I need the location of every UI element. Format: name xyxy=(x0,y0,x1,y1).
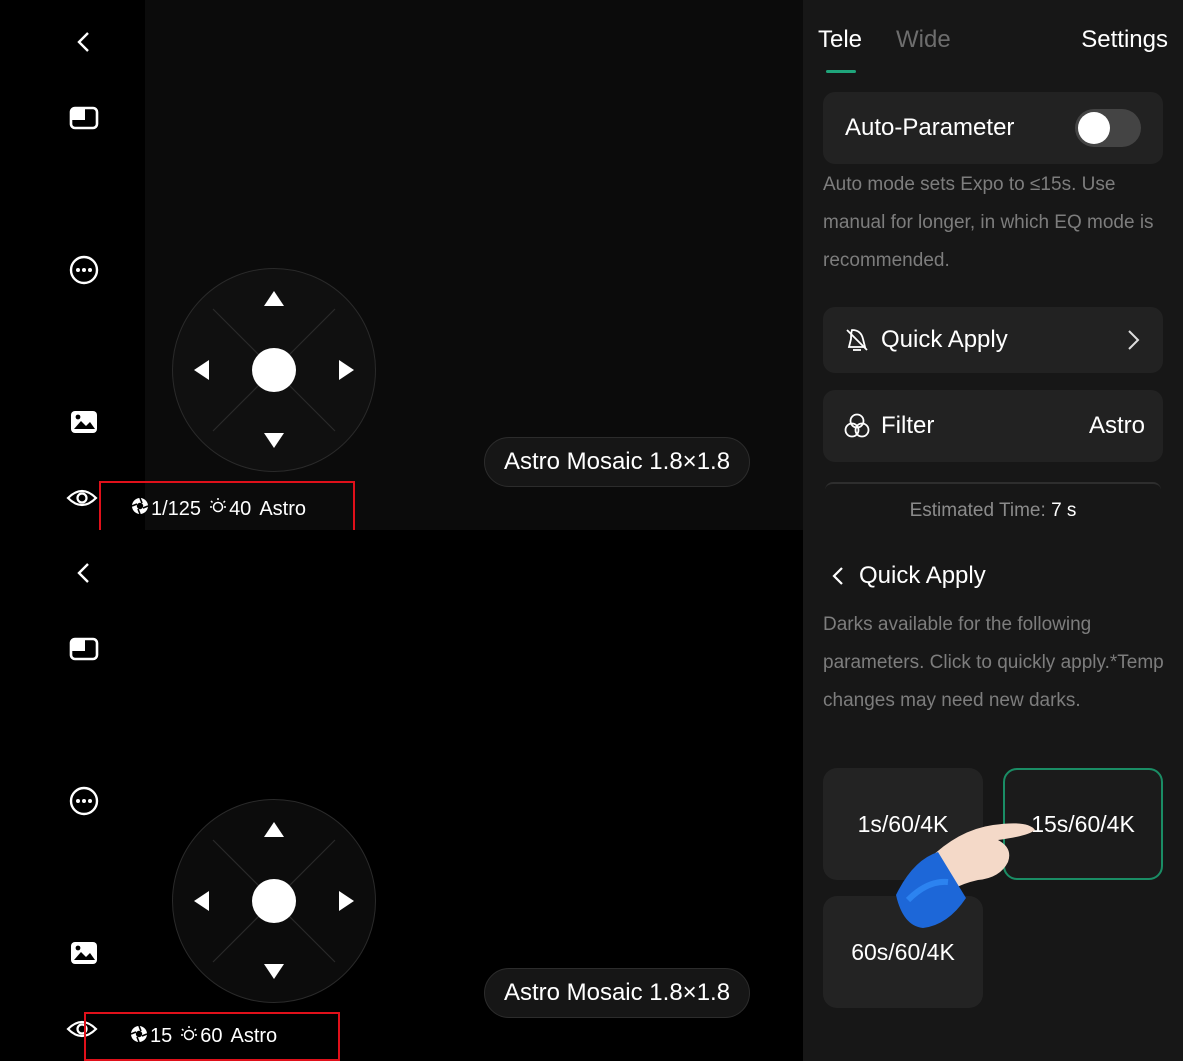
gain-icon xyxy=(209,497,227,521)
shutter-value: 15 xyxy=(150,1025,173,1047)
back-icon[interactable] xyxy=(66,24,102,60)
panel-icon[interactable] xyxy=(66,631,102,667)
panel-icon[interactable] xyxy=(66,100,102,136)
joystick-right-arrow[interactable] xyxy=(339,891,354,911)
more-icon[interactable] xyxy=(66,252,102,288)
quick-apply-label: Quick Apply xyxy=(881,326,1008,353)
gain-value: 60 xyxy=(200,1025,223,1047)
joystick-down-arrow[interactable] xyxy=(264,433,284,448)
filter-value: Astro xyxy=(230,1025,278,1047)
joystick-up-arrow[interactable] xyxy=(264,822,284,837)
joystick-knob[interactable] xyxy=(252,348,296,392)
active-tab-indicator xyxy=(826,70,856,73)
tab-wide[interactable]: Wide xyxy=(896,26,951,54)
more-icon[interactable] xyxy=(66,783,102,819)
quick-apply-header[interactable]: Quick Apply xyxy=(831,562,986,590)
shutter-icon xyxy=(131,497,149,521)
astro-mosaic-button[interactable]: Astro Mosaic 1.8×1.8 xyxy=(484,968,750,1018)
camera-tabs: Tele Wide Settings xyxy=(818,26,1168,73)
estimated-time: Estimated Time: 7 s xyxy=(803,500,1183,522)
auto-parameter-row: Auto-Parameter xyxy=(823,92,1163,164)
auto-parameter-toggle[interactable] xyxy=(1075,109,1141,147)
direction-joystick[interactable] xyxy=(172,799,376,1003)
gallery-icon[interactable] xyxy=(66,404,102,440)
viewer-bottom: Astro Mosaic 1.8×1.8 15 60 Astro xyxy=(0,531,803,1061)
auto-parameter-label: Auto-Parameter xyxy=(845,114,1015,141)
back-icon[interactable] xyxy=(66,555,102,591)
quick-apply-hint: Darks available for the following parame… xyxy=(823,614,1164,711)
joystick-left-arrow[interactable] xyxy=(194,360,209,380)
auto-parameter-hint: Auto mode sets Expo to ≤15s. Use manual … xyxy=(823,174,1154,271)
gallery-icon[interactable] xyxy=(66,935,102,971)
divider xyxy=(825,482,1161,490)
direction-joystick[interactable] xyxy=(172,268,376,472)
joystick-right-arrow[interactable] xyxy=(339,360,354,380)
back-icon[interactable] xyxy=(831,565,845,587)
viewer-top: Astro Mosaic 1.8×1.8 1/125 40 Astro xyxy=(0,0,803,530)
filter-value: Astro xyxy=(1088,412,1145,439)
quick-apply-row[interactable]: Quick Apply xyxy=(823,307,1163,373)
quick-apply-icon xyxy=(843,326,871,354)
filter-icon xyxy=(843,412,871,440)
shutter-icon xyxy=(130,1025,148,1049)
status-readout: 1/125 40 Astro xyxy=(99,481,355,530)
status-readout: 15 60 Astro xyxy=(84,1012,340,1061)
filter-label: Filter xyxy=(881,412,935,439)
chevron-right-icon xyxy=(1128,330,1140,350)
joystick-up-arrow[interactable] xyxy=(264,291,284,306)
settings-title: Settings xyxy=(1081,26,1168,53)
estimated-time-value: 7 s xyxy=(1051,500,1077,521)
quick-apply-header-title: Quick Apply xyxy=(859,562,986,589)
gain-value: 40 xyxy=(229,497,252,520)
joystick-down-arrow[interactable] xyxy=(264,964,284,979)
estimated-time-label: Estimated Time: xyxy=(909,500,1046,521)
gain-icon xyxy=(180,1025,198,1049)
eye-icon[interactable] xyxy=(64,480,100,516)
joystick-left-arrow[interactable] xyxy=(194,891,209,911)
filter-row[interactable]: Filter Astro xyxy=(823,390,1163,462)
astro-mosaic-button[interactable]: Astro Mosaic 1.8×1.8 xyxy=(484,437,750,487)
tab-tele[interactable]: Tele xyxy=(818,26,862,54)
joystick-knob[interactable] xyxy=(252,879,296,923)
shutter-value: 1/125 xyxy=(151,497,202,520)
filter-value: Astro xyxy=(259,497,306,520)
pointing-hand-icon xyxy=(896,823,1035,928)
